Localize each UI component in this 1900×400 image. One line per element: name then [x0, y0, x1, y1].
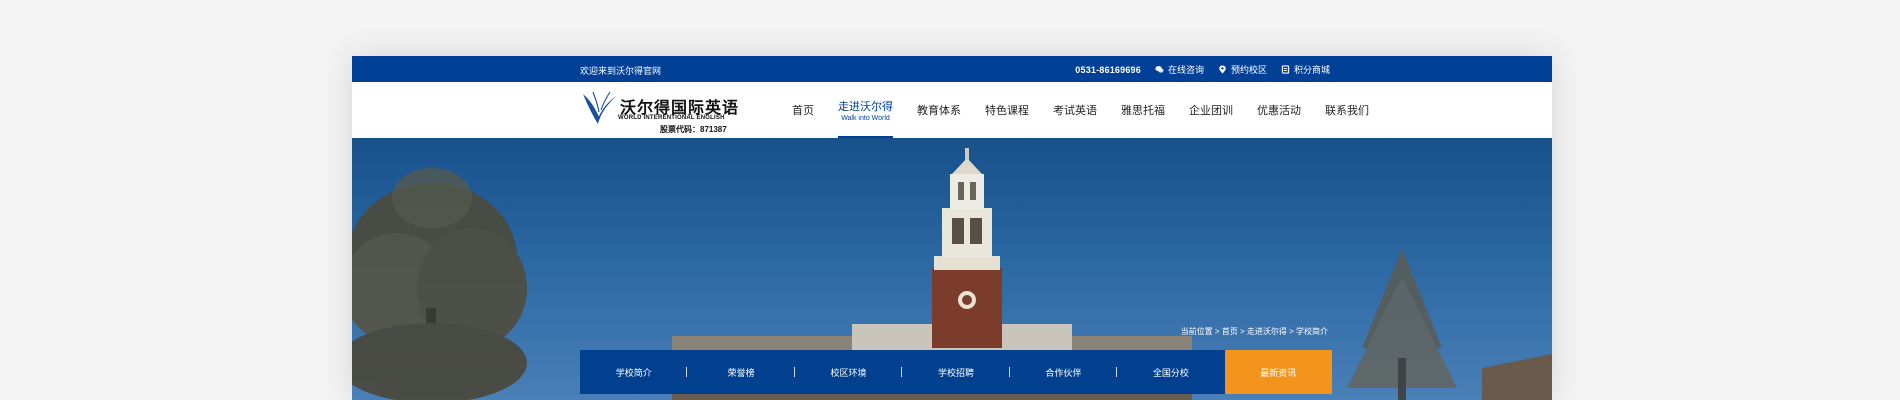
subnav-item-honors[interactable]: 荣誉榜	[687, 350, 795, 394]
points-mall-link[interactable]: 积分商城	[1281, 63, 1330, 76]
cart-icon	[1281, 65, 1290, 74]
nav-item-label: 联系我们	[1325, 105, 1369, 117]
book-campus-label: 预约校区	[1230, 65, 1267, 75]
logo-english-name: WORLD INTERENTIONAL ENGLISH	[618, 115, 725, 121]
breadcrumb: 当前位置 > 首页 > 走进沃尔得 > 学校简介	[1180, 327, 1328, 336]
subnav-item-school-intro[interactable]: 学校简介	[580, 350, 688, 394]
subnav-item-recruitment[interactable]: 学校招聘	[902, 350, 1010, 394]
nav-item-sublabel: Walk into World	[841, 115, 890, 122]
nav-item-corporate-training[interactable]: 企业团训	[1189, 82, 1233, 138]
phone-number: 0531-86169696	[1075, 64, 1141, 75]
subnav-item-campus-environment[interactable]: 校区环境	[795, 350, 903, 394]
subnav-item-label: 荣誉榜	[727, 367, 755, 378]
welcome-text: 欢迎来到沃尔得官网	[580, 66, 662, 76]
page-frame: 欢迎来到沃尔得官网 0531-86169696 在线咨询 预约校区 积分商城 沃…	[352, 56, 1552, 400]
subnav-item-latest-news[interactable]: 最新资讯	[1224, 350, 1332, 394]
online-consult-link[interactable]: 在线咨询	[1155, 63, 1204, 76]
nav-item-label: 雅思托福	[1121, 105, 1165, 117]
subnav-item-label: 最新资讯	[1260, 367, 1297, 378]
nav-item-ielts-toefl[interactable]: 雅思托福	[1121, 82, 1165, 138]
location-pin-icon	[1219, 65, 1226, 74]
nav-item-contact[interactable]: 联系我们	[1325, 82, 1369, 138]
nav-item-label: 优惠活动	[1257, 105, 1301, 117]
subnav-item-label: 校区环境	[830, 367, 867, 378]
online-consult-label: 在线咨询	[1167, 65, 1204, 75]
right-tree	[1347, 248, 1457, 400]
clock-tower	[932, 148, 1002, 348]
nav-item-label: 教育体系	[917, 105, 961, 117]
nav-item-home[interactable]: 首页	[792, 82, 814, 138]
nav-item-exam-english[interactable]: 考试英语	[1053, 82, 1097, 138]
nav-item-about[interactable]: 走进沃尔得 Walk into World	[838, 82, 893, 138]
nav-item-label: 走进沃尔得	[838, 101, 893, 113]
nav-item-featured-courses[interactable]: 特色课程	[985, 82, 1029, 138]
subnav-item-label: 学校招聘	[937, 367, 974, 378]
left-tree	[352, 168, 527, 400]
subnav-item-branches[interactable]: 全国分校	[1117, 350, 1224, 394]
top-bar: 欢迎来到沃尔得官网 0531-86169696 在线咨询 预约校区 积分商城	[352, 56, 1552, 82]
site-logo[interactable]: 沃尔得国际英语 WORLD INTERENTIONAL ENGLISH 股票代码…	[580, 88, 740, 134]
nav-item-label: 首页	[792, 105, 814, 117]
nav-item-promotions[interactable]: 优惠活动	[1257, 82, 1301, 138]
nav-item-education-system[interactable]: 教育体系	[917, 82, 961, 138]
points-mall-label: 积分商城	[1293, 65, 1330, 75]
nav-item-label: 特色课程	[985, 105, 1029, 117]
wing-logo-icon	[583, 91, 616, 124]
book-campus-link[interactable]: 预约校区	[1218, 63, 1267, 76]
subnav-item-label: 合作伙伴	[1045, 367, 1082, 378]
subnav-item-partners[interactable]: 合作伙伴	[1010, 350, 1118, 394]
nav-item-label: 企业团训	[1189, 105, 1233, 117]
stock-code: 股票代码：871387	[660, 125, 727, 134]
nav-item-label: 考试英语	[1053, 105, 1097, 117]
chat-icon	[1155, 66, 1164, 73]
site-header: 沃尔得国际英语 WORLD INTERENTIONAL ENGLISH 股票代码…	[352, 82, 1552, 138]
main-nav: 首页 走进沃尔得 Walk into World 教育体系 特色课程 考试英语 …	[792, 82, 1393, 138]
section-subnav: 学校简介 荣誉榜 校区环境 学校招聘 合作伙伴 全国分校 最新资讯	[580, 350, 1332, 394]
subnav-item-label: 全国分校	[1152, 367, 1189, 378]
top-bar-right: 0531-86169696 在线咨询 预约校区 积分商城	[1075, 63, 1330, 76]
subnav-item-label: 学校简介	[615, 367, 652, 378]
